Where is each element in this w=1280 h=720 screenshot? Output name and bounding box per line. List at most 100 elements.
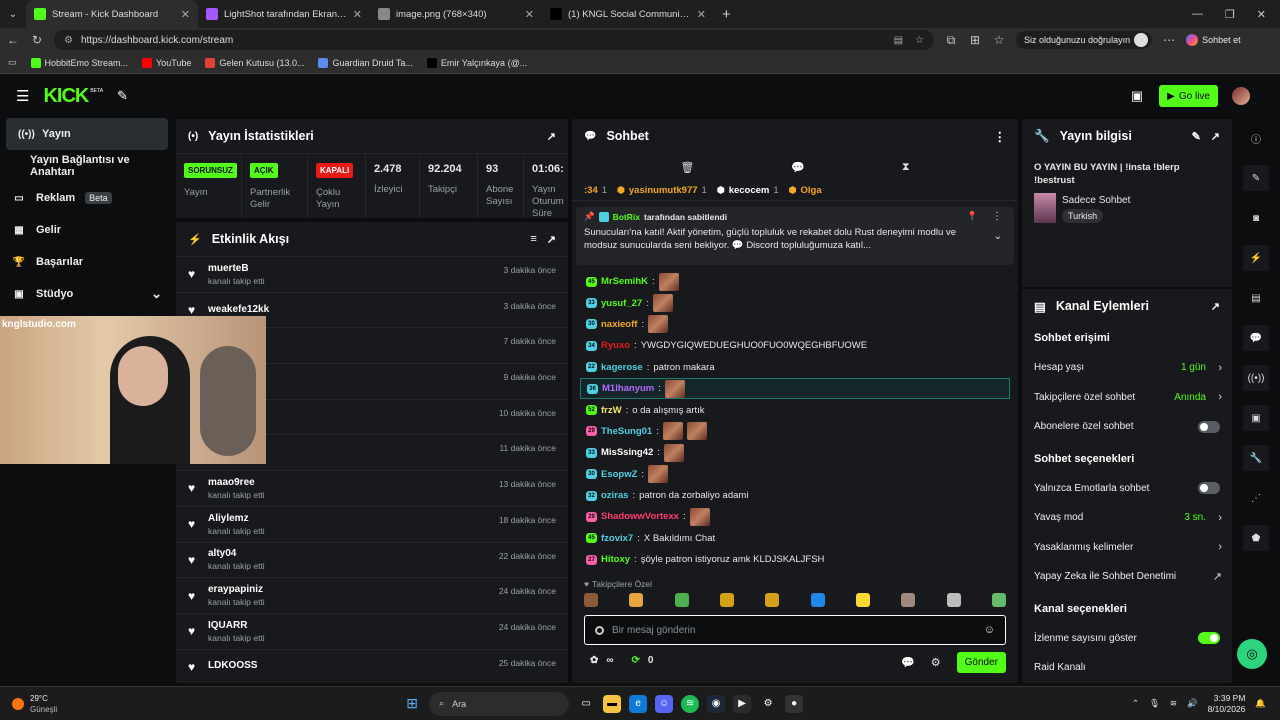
trash-icon[interactable]: 🗑 [680, 161, 694, 174]
notification-icon[interactable]: 🔔 [1255, 698, 1266, 709]
close-window-icon[interactable]: ✕ [1257, 8, 1266, 21]
sidebar-item-reklam[interactable]: ▭ Reklam Beta [0, 182, 174, 214]
settings-icon[interactable]: ⚙ [759, 695, 777, 713]
reader-icon[interactable]: ▤ [894, 35, 903, 46]
toggle-switch[interactable] [1198, 482, 1220, 495]
activity-username[interactable]: weakefe12kk [208, 304, 269, 315]
kick-logo[interactable]: KICK [43, 85, 89, 108]
user-avatar[interactable] [1232, 87, 1250, 105]
layout-icon[interactable]: ▣ [1243, 405, 1269, 431]
chat-username[interactable]: MrSemihK [601, 276, 648, 287]
setting-i-zlenme-say-s-n-g-ster[interactable]: İzlenme sayısını göster [1022, 624, 1232, 654]
edit-icon[interactable]: ✎ [1192, 130, 1201, 143]
filter-icon[interactable]: ≡ [530, 233, 536, 245]
expand-icon[interactable]: ⌄ [994, 231, 1002, 242]
settings-gear-icon[interactable]: ⚙ [931, 656, 941, 669]
favorites-icon[interactable]: ☆ [992, 33, 1006, 47]
task-view-icon[interactable]: ▭ [577, 695, 595, 713]
setting-yasaklanm-kelimeler[interactable]: Yasaklanmış kelimeler › [1022, 533, 1232, 563]
activity-username[interactable]: LDKOOSS [208, 660, 257, 671]
quick-emote-icon[interactable] [765, 593, 780, 607]
tab-close-icon[interactable]: ✕ [353, 8, 362, 21]
go-live-button[interactable]: ▶ Go live [1159, 85, 1218, 107]
leaderboard-entry[interactable]: :34 1 [584, 185, 607, 196]
explorer-icon[interactable]: ▬ [603, 694, 622, 713]
chat-username[interactable]: frzW [601, 405, 622, 416]
chat-bubble-icon[interactable]: 💬 [901, 656, 915, 669]
activity-username[interactable]: muerteB [208, 263, 265, 274]
hourglass-icon[interactable]: ⧗ [902, 161, 910, 174]
wifi-icon[interactable]: ≋ [1170, 698, 1177, 709]
quick-emote-icon[interactable] [901, 593, 916, 607]
weather-widget[interactable]: 29°C Güneşli [12, 693, 57, 715]
sidebar-item-st-dyo[interactable]: ▣ Stüdyo ⌄ [0, 278, 174, 310]
tab-close-icon[interactable]: ✕ [181, 8, 190, 21]
quick-emote-icon[interactable] [719, 593, 734, 607]
bookmark-item[interactable]: Gelen Kutusu (13.0... [205, 57, 304, 68]
chat-username[interactable]: ShadowwVortexx [601, 511, 679, 522]
quick-emote-icon[interactable] [855, 593, 870, 607]
shield-icon[interactable]: ⬟ [1243, 525, 1269, 551]
quick-emote-icon[interactable] [584, 593, 598, 607]
quick-emote-icon[interactable] [629, 593, 644, 607]
share-icon[interactable]: ⋰ [1243, 485, 1269, 511]
setting-abonelere-zel-sohbet[interactable]: Abonelere özel sohbet [1022, 412, 1232, 442]
popout-icon[interactable]: ↗ [547, 130, 556, 143]
sidebar-item-yay-n[interactable]: ((•)) Yayın [6, 118, 168, 150]
bookmark-item[interactable]: YouTube [142, 57, 191, 68]
chat-username[interactable]: EsopwZ [601, 469, 637, 480]
chat-username[interactable]: kagerose [601, 362, 643, 373]
wheel-icon[interactable]: ✿ [590, 655, 598, 666]
chevron-down-icon[interactable]: ⌄ [151, 286, 162, 302]
info-icon[interactable]: ⓘ [1243, 125, 1269, 151]
chat-input[interactable]: Bir mesaj gönderin ☺ [584, 615, 1006, 645]
url-box[interactable]: ⚙ https://dashboard.kick.com/stream ▤ ☆ [54, 30, 934, 50]
new-tab-button[interactable]: + [722, 6, 731, 23]
discord-icon[interactable]: ☺ [655, 694, 674, 713]
emoji-icon[interactable]: ☺ [984, 624, 995, 636]
chat-username[interactable]: oziras [601, 490, 628, 501]
quick-emote-icon[interactable] [991, 593, 1006, 607]
sidebar-item-gelir[interactable]: ▦ Gelir [0, 214, 174, 246]
popout-icon[interactable]: ↗ [547, 233, 556, 246]
reload-icon[interactable]: ↻ [30, 33, 44, 47]
quick-emote-icon[interactable] [946, 593, 961, 607]
document-icon[interactable]: ▤ [1243, 285, 1269, 311]
broadcast-icon[interactable]: ((•)) [1243, 365, 1269, 391]
bolt-icon[interactable]: ⚡ [1243, 245, 1269, 271]
menu-icon[interactable]: ☰ [16, 87, 29, 105]
chat-username[interactable]: fzovix7 [601, 533, 633, 544]
leaderboard-entry[interactable]: ⬢ Olga [789, 185, 826, 196]
setting-hesap-ya[interactable]: Hesap yaşı 1 gün › [1022, 353, 1232, 383]
split-screen-icon[interactable]: ⊞ [968, 33, 982, 47]
sidebar-item-ba-ar-lar[interactable]: 🏆 Başarılar [0, 246, 174, 278]
chat-menu-icon[interactable]: ⋮ [994, 129, 1007, 144]
bookmark-item[interactable]: Guardian Druid Ta... [318, 57, 413, 68]
support-icon[interactable]: ◎ [1237, 639, 1267, 669]
popout-icon[interactable]: ↗ [1211, 300, 1220, 313]
leaderboard-entry[interactable]: ⬢ yasinumutk977 1 [617, 185, 707, 196]
browser-tab[interactable]: LightShot tarafından Ekran Görünt ✕ [198, 0, 370, 28]
toggle-switch[interactable] [1198, 632, 1220, 645]
setting-takip-ilere-zel-sohbet[interactable]: Takipçilere özel sohbet Anında › [1022, 383, 1232, 413]
bookmark-item[interactable]: Emir Yalçınkaya (@... [426, 57, 527, 68]
browser-tab[interactable]: Stream - Kick Dashboard ✕ [26, 0, 198, 28]
verify-pill[interactable]: Siz olduğunuzu doğrulayın [1016, 31, 1153, 49]
leaderboard-entry[interactable]: ⬢ kecocem 1 [717, 185, 779, 196]
favorite-star-icon[interactable]: ☆ [915, 35, 924, 46]
activity-username[interactable]: Aliylemz [208, 513, 265, 524]
unpin-icon[interactable]: 📍 [967, 211, 978, 222]
extensions-icon[interactable]: ⧉ [944, 33, 958, 48]
activity-username[interactable]: eraypapiniz [208, 584, 265, 595]
pinned-menu-icon[interactable]: ⋮ [992, 211, 1002, 222]
tab-close-icon[interactable]: ✕ [697, 8, 706, 21]
volume-icon[interactable]: 🔊 [1187, 698, 1198, 709]
camera-icon[interactable]: ◙ [1243, 205, 1269, 231]
bookmarks-icon[interactable]: ▭ [8, 57, 17, 68]
activity-username[interactable]: alty04 [208, 548, 265, 559]
chat-username[interactable]: M1lhanyum [602, 383, 654, 394]
pin-icon[interactable]: ✎ [117, 88, 128, 104]
quick-emote-icon[interactable] [674, 593, 689, 607]
taskbar-search[interactable]: ⌕ Ara [429, 691, 570, 716]
setting-yava-mod[interactable]: Yavaş mod 3 sn. › [1022, 503, 1232, 533]
